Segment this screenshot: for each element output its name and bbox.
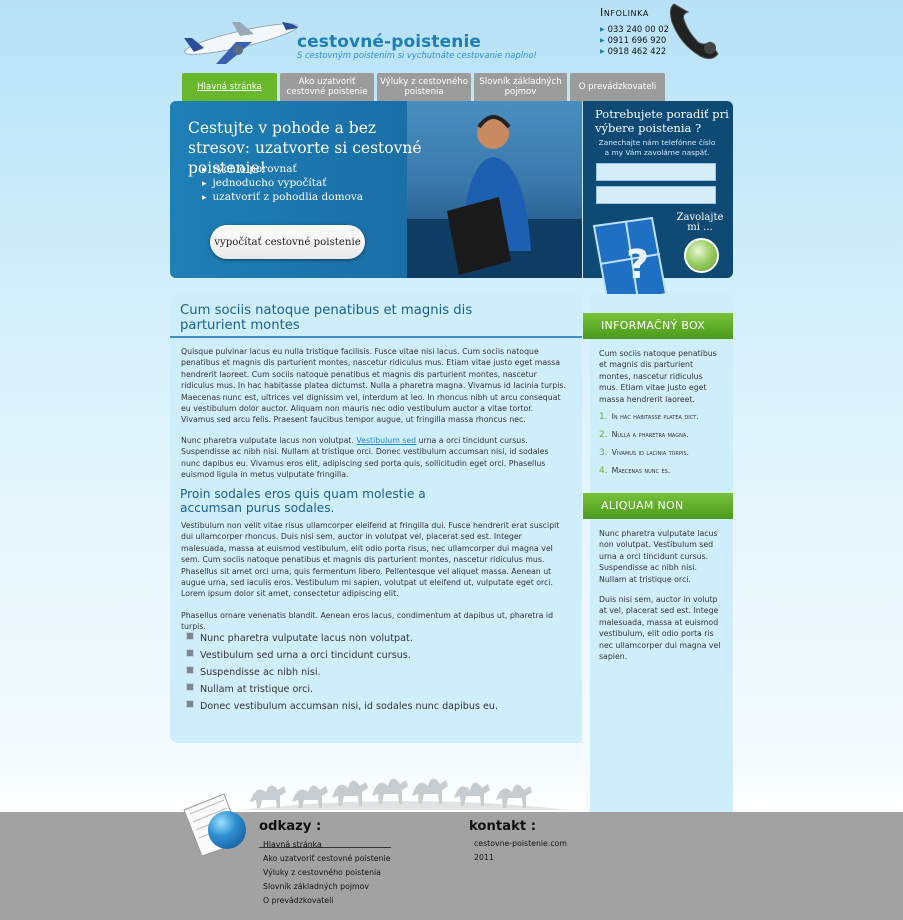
hero-photo [407,101,582,278]
content-paragraph: Nunc pharetra vulputate lacus non volutp… [181,436,549,480]
call-me-label[interactable]: Zavolajte mi ... [675,213,725,233]
arrow-icon: ▶ [600,48,605,55]
hero-bullets: rýchlo porovnať jednoducho vypočítať uza… [202,163,364,205]
camel-caravan-decoration [240,778,570,810]
list-item: Suspendisse ac nibh nisi. [186,664,498,681]
list-item: 1. In hac habitasse platea dict. [599,412,699,422]
content-paragraph: Vestibulum non velit vitae risus ullamco… [181,521,560,599]
aliquam-box-text: Nunc pharetra vulputate lacus non volutp… [599,529,718,584]
info-box-title: INFORMAČNÝ BOX [583,313,733,339]
list-item: Nunc pharetra vulputate lacus non volutp… [186,630,498,647]
footer-link-glossary[interactable]: Slovník základných pojmov [263,880,369,894]
callback-name-input[interactable] [596,163,716,181]
globe-icon [208,811,246,849]
aliquam-box-title: ALIQUAM NON [583,493,733,519]
footer-contact-line: 2011 [474,853,494,862]
hero-banner: Cestujte v pohode a bez stresov: uzatvor… [170,101,582,278]
nav-tab-exclusions[interactable]: Výluky z cestovného poistenia [377,73,471,101]
info-box-text: Cum sociis natoque penatibus et magnis d… [599,349,717,404]
hero-bullet: rýchlo porovnať [202,163,363,177]
footer: odkazy : Hlavná stránka Ako uzatvoriť ce… [0,812,903,920]
heading-divider [170,336,582,338]
telephone-icon [669,3,719,60]
nav-tab-about[interactable]: O prevádzkovateli [570,73,665,101]
footer-contact-title: kontakt : [469,819,537,834]
arrow-icon: ▶ [600,37,605,44]
callback-phone-input[interactable] [596,186,716,204]
list-item: Nullam at tristique orci. [186,681,498,698]
list-item: Donec vestibulum accumsan nisi, id sodal… [186,698,498,715]
callback-subtitle: Zanechajte nám telefónne číslo a my Vám … [598,138,716,157]
footer-link-how-to-insure[interactable]: Ako uzatvoriť cestovné poistenie [263,852,391,866]
hero-bullet: uzatvoriť z pohodlia domova [202,191,364,205]
info-box-list: 1. In hac habitasse platea dict. 2. Nulla … [599,408,699,480]
arrow-icon: ▶ [600,26,605,33]
calculate-insurance-button[interactable]: vypočítať cestovné poistenie [210,225,365,259]
content-paragraph: Quisque pulvinar lacus eu nulla tristiqu… [181,347,566,425]
callback-title: Potrebujete poradiť pri výbere poistenia… [595,107,729,135]
footer-link-exclusions[interactable]: Výluky z cestovného poistenia [263,866,381,880]
list-item: Vestibulum sed urna a orci tincidunt cur… [186,647,498,664]
content-subheading: Proin sodales eros quis quam molestie a … [180,487,426,515]
site-title[interactable]: cestovné-poistenie [297,32,481,52]
main-navigation: Hlavná stránka Ako uzatvoriť cestovné po… [182,73,665,101]
man-with-laptop-image [407,115,582,278]
footer-link-home[interactable]: Hlavná stránka [263,838,322,852]
nav-tab-home[interactable]: Hlavná stránka [182,73,277,101]
footer-link-about[interactable]: O prevádzkovateli [263,894,333,908]
call-me-button[interactable] [684,238,719,273]
inline-link[interactable]: Vestibulum sed [356,436,416,445]
hero-bullet: jednoducho vypočítať [202,177,363,191]
site-slogan: S cestovným poistením si vychutnáte cest… [297,50,537,60]
footer-links-title: odkazy : [259,819,322,834]
footer-contact-line: cestovne-poistenie.com [474,839,567,848]
airplane-logo-icon [184,22,298,64]
nav-tab-how-to-insure[interactable]: Ako uzatvoriť cestovné poistenie [280,73,374,101]
main-content: Cum sociis natoque penatibus et magnis d… [170,294,582,743]
list-item: 4. Maecenas nunc es. [599,466,671,476]
nav-tab-glossary[interactable]: Slovník základných pojmov [474,73,567,101]
aliquam-box-text: Duis nisi sem, auctor in volutp at vel, … [599,595,721,662]
list-item: 3. Vivamus id lacinia turpis. [599,448,689,458]
question-mark-icon: ? [592,216,668,306]
svg-text:?: ? [626,242,649,288]
content-heading: Cum sociis natoque penatibus et magnis d… [180,303,473,333]
content-bullet-list: Nunc pharetra vulputate lacus non volutp… [186,630,498,715]
list-item: 2. Nulla a pharetra magna. [599,430,689,440]
